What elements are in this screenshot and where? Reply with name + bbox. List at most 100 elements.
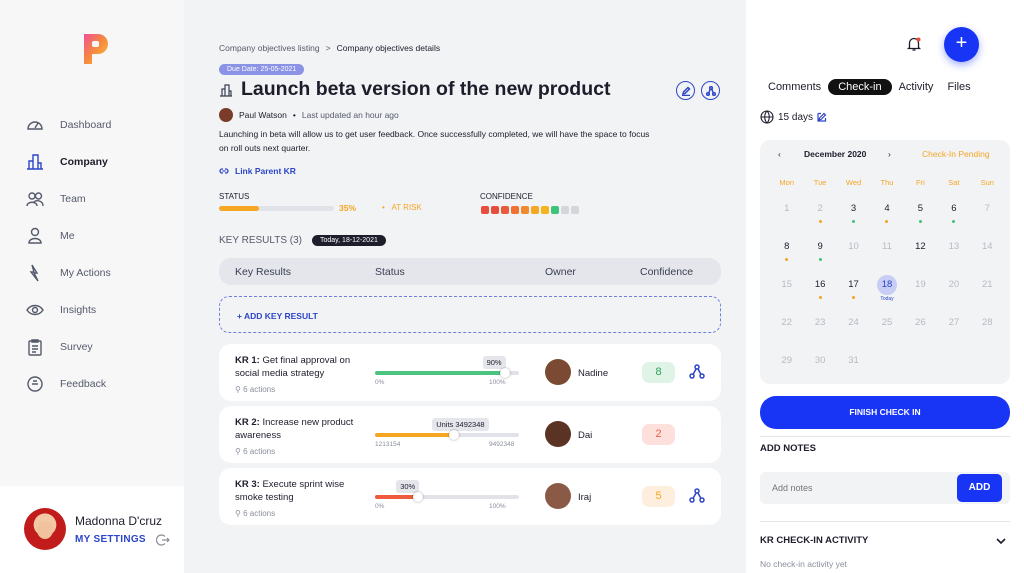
confidence-dot: [491, 206, 499, 214]
calendar-day[interactable]: 22: [770, 312, 803, 350]
calendar-day[interactable]: 17: [837, 274, 870, 312]
sidebar-item-my-actions[interactable]: My Actions: [0, 254, 184, 291]
link-parent-kr[interactable]: Link Parent KR: [219, 166, 296, 176]
hierarchy-icon[interactable]: [689, 364, 705, 380]
col-owner[interactable]: Owner: [545, 266, 576, 278]
kr-actions[interactable]: ⚲ 6 actions: [235, 447, 275, 456]
kr-confidence-badge[interactable]: 2: [642, 424, 675, 445]
tab-comments[interactable]: Comments: [761, 79, 828, 95]
calendar-day[interactable]: 3: [837, 198, 870, 236]
create-button[interactable]: +: [944, 27, 979, 62]
sidebar-item-me[interactable]: Me: [0, 217, 184, 254]
calendar-next-button[interactable]: ›: [888, 149, 891, 159]
sidebar-item-company[interactable]: Company: [0, 143, 184, 180]
calendar-day[interactable]: 7: [971, 198, 1004, 236]
kr-title[interactable]: KR 2: Increase new product awareness: [235, 416, 373, 442]
col-confidence[interactable]: Confidence: [640, 266, 693, 278]
sidebar-item-feedback[interactable]: Feedback: [0, 365, 184, 402]
calendar-day[interactable]: 30: [803, 350, 836, 388]
kr-progress-handle[interactable]: [499, 368, 510, 378]
sidebar-item-dashboard[interactable]: Dashboard: [0, 106, 184, 143]
kr-title[interactable]: KR 1: Get final approval on social media…: [235, 354, 373, 380]
sidebar-item-label: Feedback: [60, 377, 107, 390]
calendar-day[interactable]: 19: [904, 274, 937, 312]
add-note-button[interactable]: ADD: [957, 474, 1002, 502]
page-title: Launch beta version of the new product: [241, 78, 611, 100]
kr-progress-bar[interactable]: [375, 430, 519, 440]
edit-objective-button[interactable]: [676, 81, 695, 100]
calendar-day[interactable]: 5: [904, 198, 937, 236]
calendar-day[interactable]: 14: [971, 236, 1004, 274]
calendar-day[interactable]: 20: [937, 274, 970, 312]
kr-progress-bar[interactable]: [375, 368, 519, 378]
calendar-day[interactable]: 4: [870, 198, 903, 236]
calendar-day[interactable]: 1: [770, 198, 803, 236]
kr-owner-avatar[interactable]: [545, 483, 571, 509]
calendar-day[interactable]: 25: [870, 312, 903, 350]
kr-title[interactable]: KR 3: Execute sprint wise smoke testing: [235, 478, 373, 504]
tab-check-in[interactable]: Check-in: [828, 79, 892, 95]
my-settings-link[interactable]: MY SETTINGS: [75, 534, 146, 545]
calendar-day[interactable]: 29: [770, 350, 803, 388]
col-key-results[interactable]: Key Results: [235, 266, 291, 278]
edit-days-icon[interactable]: [817, 112, 827, 122]
kr-owner-avatar[interactable]: [545, 359, 571, 385]
calendar-weekday: Tue: [813, 178, 827, 187]
owner-avatar[interactable]: [219, 108, 233, 122]
calendar-day[interactable]: 12: [904, 236, 937, 274]
main-content: Company objectives listing > Company obj…: [184, 0, 746, 573]
calendar-day[interactable]: 24: [837, 312, 870, 350]
finish-check-in-button[interactable]: FINISH CHECK IN: [760, 396, 1010, 429]
notification-bell-icon[interactable]: [906, 36, 922, 52]
calendar-day[interactable]: 13: [937, 236, 970, 274]
calendar-day[interactable]: 23: [803, 312, 836, 350]
kr-progress-handle[interactable]: [413, 492, 424, 502]
last-updated: Last updated an hour ago: [301, 110, 399, 120]
calendar-day[interactable]: 27: [937, 312, 970, 350]
gauge-icon: [27, 120, 43, 130]
calendar-day[interactable]: 21: [971, 274, 1004, 312]
calendar-day[interactable]: 26: [904, 312, 937, 350]
kr-progress-handle[interactable]: [449, 430, 460, 440]
owner-name[interactable]: Paul Watson: [239, 110, 287, 120]
calendar-day[interactable]: 6: [937, 198, 970, 236]
calendar-day[interactable]: 2: [803, 198, 836, 236]
calendar-day-today[interactable]: 18 Today: [870, 274, 903, 312]
kr-confidence-badge[interactable]: 5: [642, 486, 675, 507]
kr-row[interactable]: KR 1: Get final approval on social media…: [219, 344, 721, 401]
calendar-day[interactable]: 31: [837, 350, 870, 388]
add-key-result-button[interactable]: + ADD KEY RESULT: [219, 296, 721, 333]
sidebar-item-survey[interactable]: Survey: [0, 328, 184, 365]
kr-checkin-activity-title[interactable]: KR CHECK-IN ACTIVITY: [760, 535, 868, 546]
tab-files[interactable]: Files: [940, 79, 977, 95]
hierarchy-icon[interactable]: [689, 488, 705, 504]
col-status[interactable]: Status: [375, 266, 405, 278]
calendar-day[interactable]: 11: [870, 236, 903, 274]
kr-confidence-badge[interactable]: 8: [642, 362, 675, 383]
sidebar-item-insights[interactable]: Insights: [0, 291, 184, 328]
calendar-day[interactable]: 28: [971, 312, 1004, 350]
kr-actions[interactable]: ⚲ 6 actions: [235, 509, 275, 518]
calendar-day[interactable]: 15: [770, 274, 803, 312]
kr-row[interactable]: KR 3: Execute sprint wise smoke testing ⚲…: [219, 468, 721, 525]
chevron-down-icon[interactable]: [995, 535, 1007, 547]
kr-owner-avatar[interactable]: [545, 421, 571, 447]
key-results-count: KEY RESULTS (3): [219, 235, 302, 246]
calendar-day[interactable]: 9: [803, 236, 836, 274]
sidebar-item-team[interactable]: Team: [0, 180, 184, 217]
align-objective-button[interactable]: [701, 81, 720, 100]
user-avatar[interactable]: [24, 508, 66, 550]
breadcrumb-parent[interactable]: Company objectives listing: [219, 43, 320, 53]
calendar-prev-button[interactable]: ‹: [778, 149, 781, 159]
app-logo[interactable]: [82, 32, 110, 66]
logout-icon[interactable]: [156, 533, 170, 547]
calendar-day[interactable]: 16: [803, 274, 836, 312]
confidence-label: CONFIDENCE: [480, 192, 533, 201]
calendar-day[interactable]: 10: [837, 236, 870, 274]
kr-progress-bar[interactable]: [375, 492, 519, 502]
calendar-day[interactable]: 8: [770, 236, 803, 274]
kr-row[interactable]: KR 2: Increase new product awareness ⚲ 6 …: [219, 406, 721, 463]
tab-activity[interactable]: Activity: [892, 79, 941, 95]
buildings-icon: [220, 83, 232, 97]
kr-actions[interactable]: ⚲ 6 actions: [235, 385, 275, 394]
